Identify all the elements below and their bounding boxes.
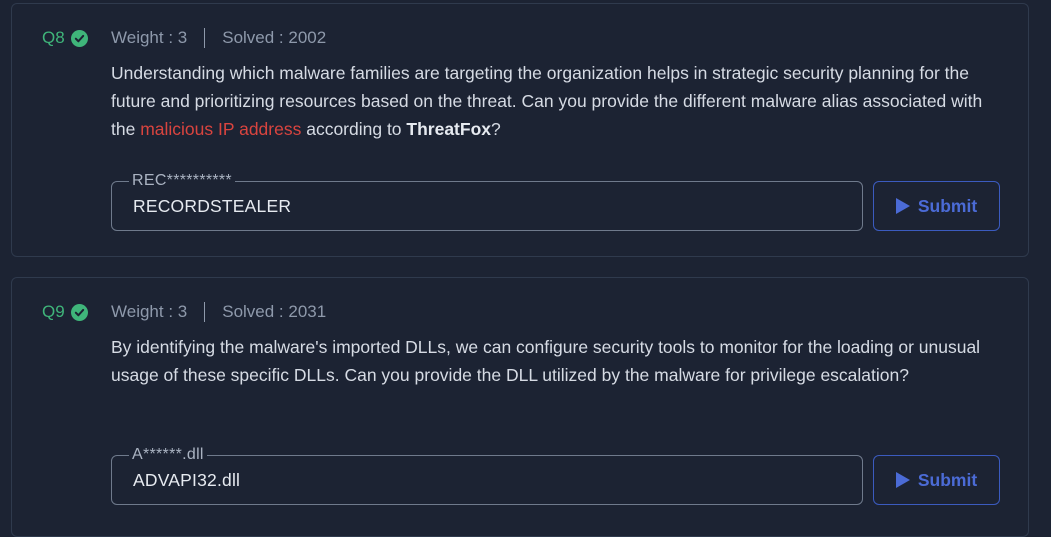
answer-field[interactable]: A******.dll ADVAPI32.dll (111, 445, 863, 505)
highlight-link[interactable]: malicious IP address (140, 119, 301, 139)
question-number: Q9 (42, 302, 65, 321)
question-meta: Weight : 3 Solved : 2031 (111, 302, 326, 322)
weight-text: Weight : 3 (111, 28, 188, 47)
question-meta: Weight : 3 Solved : 2002 (111, 28, 326, 48)
play-icon (895, 472, 910, 488)
question-card-q9: Q9 Weight : 3 Solved : 2031 By identifyi… (11, 277, 1029, 537)
solved-count: Solved : 2031 (222, 302, 327, 321)
submit-label: Submit (917, 469, 978, 490)
question-label: Q9 (42, 302, 88, 322)
answer-value[interactable]: RECORDSTEALER (133, 196, 291, 217)
answer-hint: REC********** (129, 171, 235, 191)
submit-label: Submit (917, 195, 978, 216)
submit-button[interactable]: Submit (873, 455, 1000, 505)
question-text-part: By identifying the malware's imported DL… (111, 337, 981, 385)
weight-text: Weight : 3 (111, 302, 188, 321)
submit-button[interactable]: Submit (873, 181, 1000, 231)
solved-count: Solved : 2002 (222, 28, 327, 47)
meta-divider (204, 302, 206, 322)
answer-field[interactable]: REC********** RECORDSTEALER (111, 171, 863, 231)
answer-hint: A******.dll (129, 445, 207, 465)
meta-divider (204, 28, 206, 48)
answer-value[interactable]: ADVAPI32.dll (133, 470, 240, 491)
play-icon (895, 198, 910, 214)
question-text: By identifying the malware's imported DL… (111, 333, 991, 389)
question-number: Q8 (42, 28, 65, 47)
question-label: Q8 (42, 28, 88, 48)
question-text-part: according to (301, 119, 407, 139)
question-text-part: ? (491, 119, 501, 139)
question-card-q8: Q8 Weight : 3 Solved : 2002 Understandin… (11, 3, 1029, 257)
check-circle-icon (70, 29, 88, 47)
bold-term: ThreatFox (406, 119, 492, 139)
question-text: Understanding which malware families are… (111, 59, 991, 143)
check-circle-icon (70, 303, 88, 321)
